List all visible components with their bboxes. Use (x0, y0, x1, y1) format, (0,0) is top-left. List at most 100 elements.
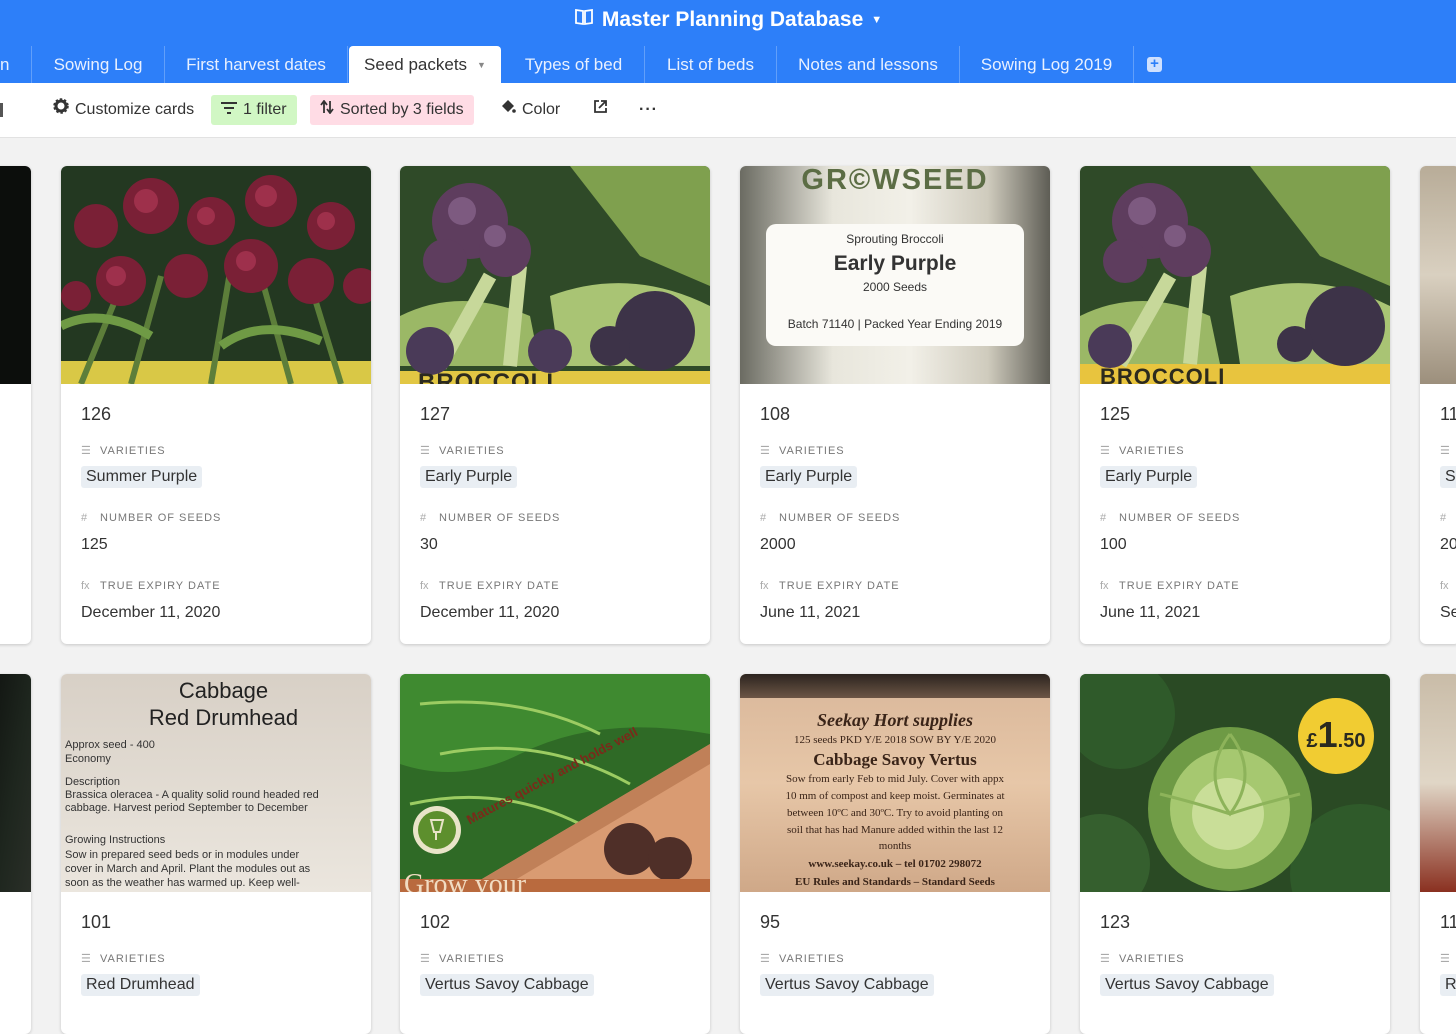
expiry-value: Se (1440, 604, 1456, 621)
field-label-text: VARIETIES (1119, 445, 1185, 457)
list-icon: ☰ (760, 445, 770, 457)
paint-bucket-icon (500, 95, 516, 125)
expiry-value: December 11, 2020 (81, 604, 221, 621)
price-main: 1 (1317, 714, 1338, 755)
list-icon: ☰ (1100, 445, 1110, 457)
sort-label: Sorted by 3 fields (340, 101, 464, 119)
number-icon: # (1100, 512, 1107, 524)
field-label-text: VARIETIES (100, 953, 166, 965)
tab-first-harvest-dates[interactable]: First harvest dates (165, 46, 348, 83)
sort-button[interactable]: Sorted by 3 fields (310, 95, 474, 125)
record-card[interactable]: BROCCOLI 125 ☰ VARIETIES Early Purple # NU… (1080, 166, 1390, 644)
share-view-button[interactable] (593, 95, 614, 125)
tab-partial[interactable]: n (0, 46, 32, 83)
record-card-partial-right[interactable]: 11 ☰ Re (1420, 674, 1456, 1034)
field-label-text: TRUE EXPIRY DATE (779, 580, 900, 592)
tab-sowing-log-2019[interactable]: Sowing Log 2019 (960, 46, 1134, 83)
variety-chip: Vertus Savoy Cabbage (1100, 974, 1274, 996)
packet-text: Description (65, 776, 121, 788)
color-label: Color (522, 101, 561, 119)
record-title: 95 (760, 912, 781, 932)
tab-types-of-bed[interactable]: Types of bed (503, 46, 645, 83)
card-image (1420, 674, 1456, 892)
chevron-down-icon[interactable]: ▼ (871, 14, 882, 26)
record-card[interactable]: £1.50 123 ☰ VARIETIES Vertus Savoy Cabbag… (1080, 674, 1390, 1034)
field-label-text: TRUE EXPIRY DATE (1119, 580, 1240, 592)
tab-notes-and-lessons[interactable]: Notes and lessons (777, 46, 960, 83)
field-label-varieties: ☰ (1440, 952, 1456, 965)
customize-cards-label: Customize cards (75, 101, 195, 119)
field-label-text: NUMBER OF SEEDS (439, 512, 561, 524)
packet-text: 125 seeds PKD Y/E 2018 SOW BY Y/E 2020 (793, 734, 997, 746)
customize-cards-button[interactable]: Customize cards (53, 95, 194, 125)
record-card-partial-right[interactable]: 11 ☰ Sa # 20 fx Se (1420, 166, 1456, 644)
color-button[interactable]: Color (500, 95, 560, 125)
seeds-value: 125 (81, 536, 108, 553)
base-title[interactable]: Master Planning Database ▼ (0, 6, 1456, 34)
field-label-varieties: ☰ VARIETIES (1100, 952, 1185, 965)
list-icon: ☰ (81, 953, 91, 965)
packet-text: cover in March and April. Plant the modu… (65, 863, 311, 875)
field-label-varieties: ☰ VARIETIES (760, 444, 845, 457)
card-image: BROCCOLI (1080, 166, 1390, 384)
field-label-text: TRUE EXPIRY DATE (439, 580, 560, 592)
field-label-seeds: # NUMBER OF SEEDS (1100, 512, 1240, 524)
field-label-seeds: # NUMBER OF SEEDS (81, 512, 221, 524)
filter-button[interactable]: 1 filter (211, 95, 297, 125)
record-title: 101 (81, 912, 112, 932)
tab-seed-packets[interactable]: Seed packets ▼ (349, 46, 501, 83)
gear-icon (53, 95, 69, 125)
packet-text: Batch 71140 | Packed Year Ending 2019 (787, 317, 1003, 331)
record-card[interactable]: 126 ☰ VARIETIES Summer Purple # NUMBER OF … (61, 166, 371, 644)
table-tabs: n Sowing Log First harvest dates Seed pa… (0, 46, 1456, 83)
packet-top-shadow (740, 674, 1050, 698)
filter-label: 1 filter (243, 101, 287, 119)
field-label-expiry: fx (1440, 580, 1456, 592)
packet-text: EU Rules and Standards – Standard Seeds (795, 876, 995, 888)
more-options-icon[interactable]: ··· (639, 95, 658, 125)
field-label-text: VARIETIES (1119, 953, 1185, 965)
seeds-value: 2000 (760, 536, 796, 553)
list-icon: ☰ (760, 953, 770, 965)
field-label-text: VARIETIES (779, 953, 845, 965)
packet-text: 2000 Seeds (862, 280, 928, 294)
card-image: BROCCOLI (400, 166, 710, 384)
formula-icon: fx (1100, 580, 1109, 592)
variety-chip: Vertus Savoy Cabbage (420, 974, 594, 996)
variety-chip: Summer Purple (81, 466, 203, 488)
field-label-varieties: ☰ VARIETIES (1100, 444, 1185, 457)
tab-seed-packets-label: Seed packets (364, 55, 468, 74)
packet-text: Economy (65, 753, 111, 765)
packet-text: Grow your (404, 869, 527, 892)
number-icon: # (1440, 512, 1447, 524)
record-card[interactable]: Seekay Hort supplies 125 seeds PKD Y/E 2… (740, 674, 1050, 1034)
formula-icon: fx (760, 580, 769, 592)
record-card[interactable]: Matures quickly and holds well Grow your… (400, 674, 710, 1034)
record-card-partial-left[interactable] (0, 166, 31, 644)
record-card-partial-left[interactable] (0, 674, 31, 1034)
card-image (0, 166, 31, 384)
field-label-seeds: # (1440, 512, 1456, 524)
field-label-varieties: ☰ (1440, 444, 1456, 457)
field-label-expiry: fx TRUE EXPIRY DATE (81, 580, 221, 592)
card-image: Matures quickly and holds well Grow your (400, 674, 710, 892)
card-image: Seekay Hort supplies 125 seeds PKD Y/E 2… (740, 674, 1050, 892)
list-icon: ☰ (1440, 445, 1450, 457)
packet-text: Sprouting Broccoli (846, 232, 944, 246)
field-label-varieties: ☰ VARIETIES (420, 952, 505, 965)
tab-list-of-beds[interactable]: List of beds (645, 46, 777, 83)
book-icon (574, 6, 594, 34)
variety-chip: Vertus Savoy Cabbage (760, 974, 934, 996)
add-table-icon[interactable]: + (1147, 56, 1162, 72)
record-card[interactable]: GR©WSEED Sprouting Broccoli Early Purple… (740, 166, 1050, 644)
field-label-seeds: # NUMBER OF SEEDS (420, 512, 560, 524)
seeds-value: 100 (1100, 536, 1127, 553)
record-card[interactable]: BROCCOLI 127 ☰ VARIETIES Early Purple # NU… (400, 166, 710, 644)
formula-icon: fx (420, 580, 429, 592)
record-title: 108 (760, 404, 791, 424)
field-label-text: NUMBER OF SEEDS (779, 512, 901, 524)
tab-sowing-log[interactable]: Sowing Log (32, 46, 165, 83)
chevron-down-icon[interactable]: ▼ (477, 60, 486, 70)
record-card[interactable]: Cabbage Red Drumhead Approx seed - 400 E… (61, 674, 371, 1034)
view-menu-edge[interactable] (0, 103, 3, 117)
